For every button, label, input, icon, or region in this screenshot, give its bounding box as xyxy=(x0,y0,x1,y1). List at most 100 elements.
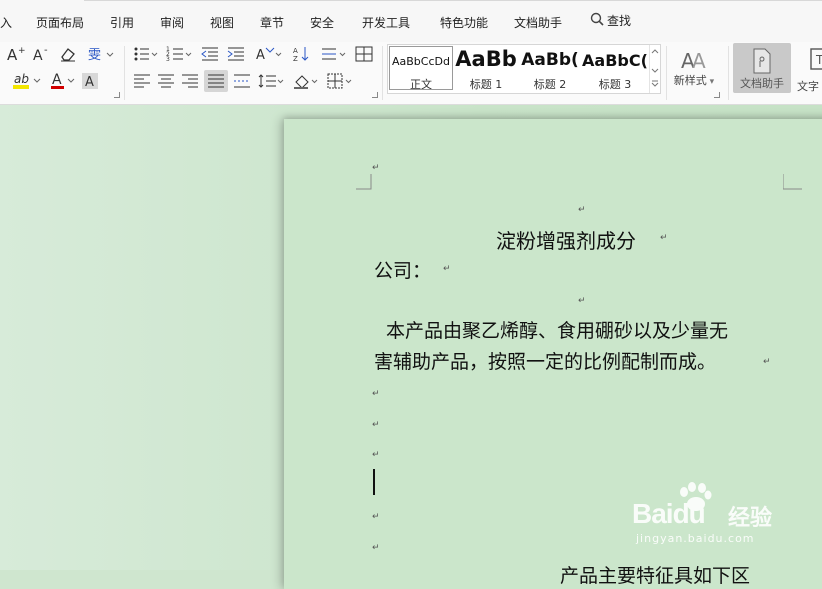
text-direction-icon[interactable]: A xyxy=(254,45,282,63)
svg-text:雯: 雯 xyxy=(88,48,101,63)
decrease-font-size-icon[interactable]: A- xyxy=(32,45,52,63)
separator xyxy=(124,46,125,100)
justify-icon[interactable] xyxy=(204,70,228,92)
svg-text:3: 3 xyxy=(166,56,170,63)
tab-line xyxy=(84,0,822,5)
svg-text:A: A xyxy=(293,47,298,55)
doc-helper-button[interactable]: 文档助手 xyxy=(733,43,791,93)
search-icon xyxy=(590,12,604,29)
body-line-1[interactable]: 本产品由聚乙烯醇、食用硼砂以及少量无 xyxy=(386,316,728,343)
style-gallery: AaBbCcDd 正文 AaBb 标题 1 AaBb( 标题 2 AaBbC( … xyxy=(387,44,661,94)
separator xyxy=(382,46,383,100)
svg-text:-: - xyxy=(44,45,48,56)
distributed-align-icon[interactable] xyxy=(232,72,252,90)
svg-text:T: T xyxy=(815,53,822,67)
svg-text:ab: ab xyxy=(14,72,29,86)
style-heading-1[interactable]: AaBb 标题 1 xyxy=(454,45,518,93)
font-color-icon[interactable]: A xyxy=(48,72,76,90)
text-cursor xyxy=(373,469,375,495)
style-heading-1-sample: AaBb xyxy=(455,47,517,71)
menu-page-layout[interactable]: 页面布局 xyxy=(36,14,84,31)
crop-mark-top-left xyxy=(356,174,372,190)
new-style-icon: AA xyxy=(681,49,706,72)
svg-text:A: A xyxy=(52,72,62,88)
clear-format-icon[interactable] xyxy=(58,45,78,63)
menu-view[interactable]: 视图 xyxy=(210,14,234,31)
style-heading-2[interactable]: AaBb( 标题 2 xyxy=(518,45,582,93)
borders-icon[interactable] xyxy=(326,72,354,90)
doc-helper-icon xyxy=(753,48,771,74)
style-normal[interactable]: AaBbCcDd 正文 xyxy=(389,46,453,90)
watermark-url: jingyan.baidu.com xyxy=(636,532,755,545)
paragraph-mark: ↵ xyxy=(372,450,380,460)
baidu-jingyan-watermark: Baidu 经验 jingyan.baidu.com xyxy=(628,482,798,552)
increase-font-size-icon[interactable]: A + xyxy=(6,45,26,63)
paragraph-mark: ↵ xyxy=(578,296,586,306)
paragraph-mark: ↵ xyxy=(443,264,451,274)
table-insert-icon[interactable] xyxy=(354,45,374,63)
style-gallery-scroll[interactable] xyxy=(649,45,660,93)
font-group-expand[interactable] xyxy=(114,92,120,98)
menu-review[interactable]: 审阅 xyxy=(160,14,184,31)
svg-text:Z: Z xyxy=(293,55,298,63)
company-line[interactable]: 公司： xyxy=(374,256,431,283)
menu-security[interactable]: 安全 xyxy=(310,14,334,31)
menu-search[interactable]: 查找 xyxy=(590,12,631,29)
align-center-icon[interactable] xyxy=(156,72,176,90)
menu-special-features[interactable]: 特色功能 xyxy=(440,14,488,31)
paragraph-mark: ↵ xyxy=(372,512,380,522)
character-shading-icon[interactable]: A xyxy=(80,72,100,90)
paragraph-mark: ↵ xyxy=(660,233,668,243)
document-title[interactable]: 淀粉增强剂成分 xyxy=(496,225,636,254)
highlight-color-icon[interactable]: ab xyxy=(6,72,42,90)
paragraph-mark: ↵ xyxy=(372,420,380,430)
style-heading-2-label: 标题 2 xyxy=(533,78,567,91)
paragraph-mark: ↵ xyxy=(372,163,380,173)
text-tool-icon: T xyxy=(810,48,822,70)
menu-references[interactable]: 引用 xyxy=(110,14,134,31)
text-tool-button[interactable]: T 文字 xyxy=(796,44,822,100)
menu-chapter[interactable]: 章节 xyxy=(260,14,284,31)
paragraph-mark: ↵ xyxy=(372,389,380,399)
watermark-brand-cn: 经验 xyxy=(728,506,773,531)
separator xyxy=(728,46,729,100)
body-line-2[interactable]: 害辅助产品，按照一定的比例配制而成。 xyxy=(374,347,716,374)
align-right-icon[interactable] xyxy=(180,72,200,90)
paragraph-group-expand[interactable] xyxy=(372,92,378,98)
text-tool-label: 文字 xyxy=(797,80,819,93)
line-spacing-options-icon[interactable] xyxy=(320,45,348,63)
styles-group-expand[interactable] xyxy=(714,92,720,98)
style-normal-label: 正文 xyxy=(410,78,432,90)
paragraph-mark: ↵ xyxy=(763,357,771,367)
watermark-brand: Baidu xyxy=(632,498,706,529)
menu-developer-tools[interactable]: 开发工具 xyxy=(362,14,410,31)
body-line-partial[interactable]: 产品主要特征具如下区 xyxy=(560,561,750,588)
new-style-button[interactable]: AA 新样式 ▾ xyxy=(668,44,720,100)
style-heading-2-sample: AaBb( xyxy=(521,50,579,70)
paragraph-mark: ↵ xyxy=(578,205,586,215)
increase-indent-icon[interactable] xyxy=(226,45,246,63)
search-label: 查找 xyxy=(607,14,632,28)
decrease-indent-icon[interactable] xyxy=(200,45,220,63)
phonetic-guide-icon[interactable]: 雯 xyxy=(86,45,114,63)
paragraph-mark: ↵ xyxy=(372,543,380,553)
menu-bar: 入 页面布局 引用 审阅 视图 章节 安全 开发工具 特色功能 文档助手 查找 xyxy=(0,0,822,43)
svg-text:+: + xyxy=(18,46,26,56)
svg-text:A: A xyxy=(7,46,18,63)
crop-mark-top-right xyxy=(783,174,802,190)
svg-text:A: A xyxy=(256,48,265,63)
sort-icon[interactable]: AZ xyxy=(292,45,312,63)
bullet-list-icon[interactable] xyxy=(132,45,158,63)
separator xyxy=(666,46,667,100)
new-style-label: 新样式 xyxy=(673,74,707,87)
menu-doc-assistant[interactable]: 文档助手 xyxy=(514,14,562,31)
doc-helper-label: 文档助手 xyxy=(740,77,784,90)
shading-fill-icon[interactable] xyxy=(292,72,320,90)
line-spacing-icon[interactable] xyxy=(258,72,284,90)
numbered-list-icon[interactable]: 123 xyxy=(166,45,192,63)
menu-insert[interactable]: 入 xyxy=(0,14,12,31)
align-left-icon[interactable] xyxy=(132,72,152,90)
style-heading-1-label: 标题 1 xyxy=(469,78,503,91)
style-heading-3[interactable]: AaBbC( 标题 3 xyxy=(582,45,648,93)
style-heading-3-sample: AaBbC( xyxy=(582,51,648,70)
